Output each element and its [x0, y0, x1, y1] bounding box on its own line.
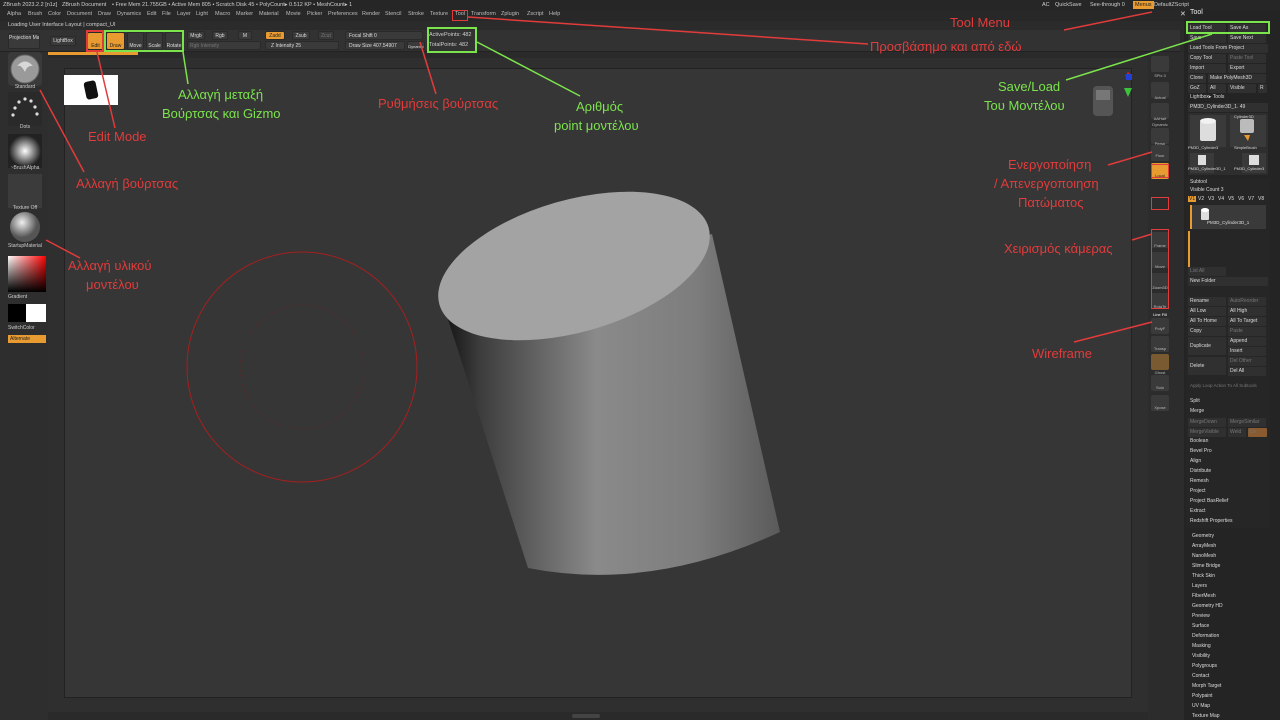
annotation-change-material-1: Αλλαγή υλικού — [68, 258, 152, 273]
annotation-tool-menu-sub: Προσβάσημο και από εδώ — [870, 39, 1022, 54]
annotation-points-1: Αριθμός — [576, 99, 624, 114]
annotation-edit-mode: Edit Mode — [88, 129, 147, 144]
annotation-tool-menu: Tool Menu — [950, 15, 1010, 30]
annotation-wireframe: Wireframe — [1032, 346, 1092, 361]
annotation-change-brush: Αλλαγή βούρτσας — [76, 176, 179, 191]
annotation-floor-1: Ενεργοποίηση — [1008, 157, 1092, 172]
annotation-change-material-2: μοντέλου — [86, 277, 139, 292]
annotation-save-load-1: Save/Load — [998, 79, 1061, 94]
annotation-points-2: point μοντέλου — [554, 118, 639, 133]
annotation-floor-2: / Απενεργοποιηση — [994, 176, 1099, 191]
bottom-tray-handle[interactable] — [572, 714, 600, 718]
annotation-brush-settings: Ρυθμήσεις βούρτσας — [378, 96, 499, 111]
annotation-brush-gizmo-1: Αλλαγή μεταξή — [178, 87, 264, 102]
annotation-floor-3: Πατώματος — [1018, 195, 1084, 210]
annotation-camera: Χειρισμός κάμερας — [1004, 241, 1113, 256]
annotation-brush-gizmo-2: Βούρτσας και Gizmo — [162, 106, 281, 121]
annotation-save-load-2: Του Μοντέλου — [984, 98, 1065, 113]
